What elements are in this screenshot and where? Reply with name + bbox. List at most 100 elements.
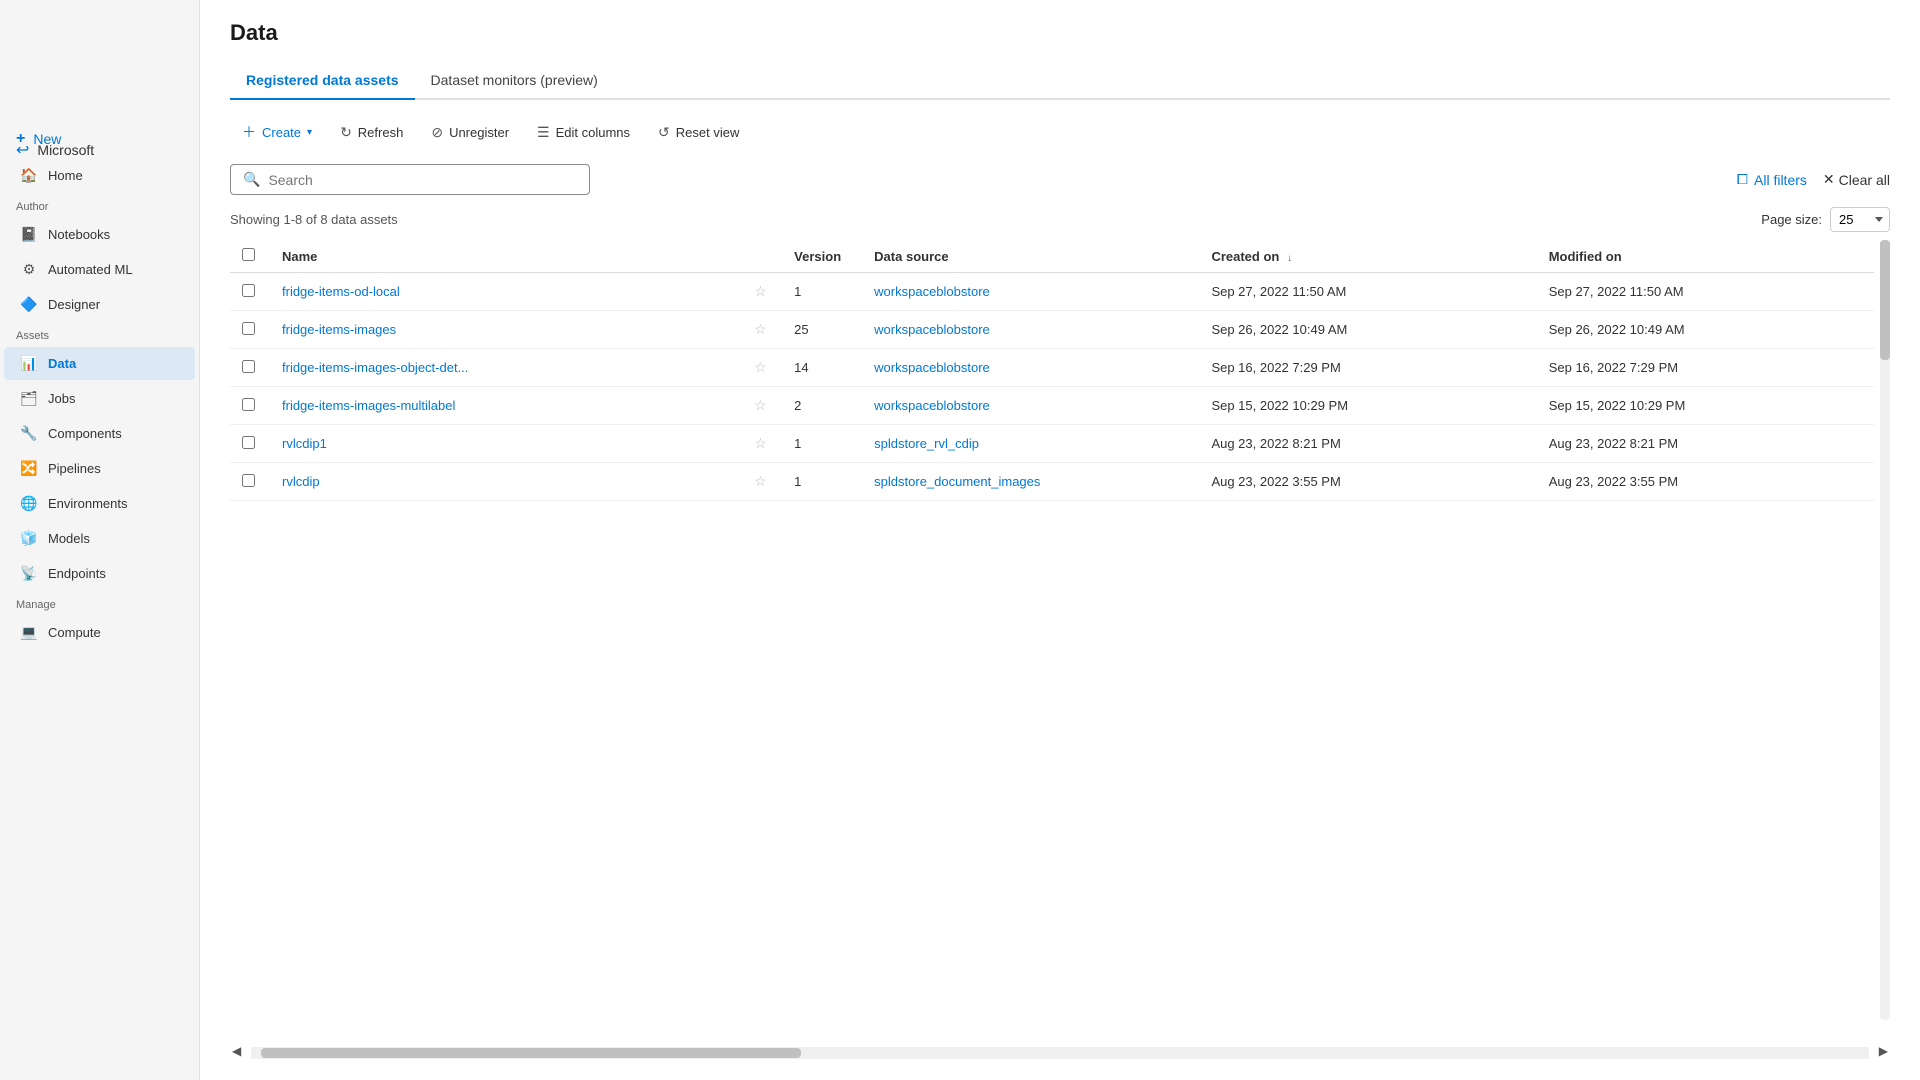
sidebar-item-automated-ml[interactable]: ⚙ Automated ML bbox=[4, 253, 195, 286]
page-size-select[interactable]: 25 10 50 100 bbox=[1830, 207, 1890, 232]
row-datasource-cell: workspaceblobstore bbox=[862, 387, 1199, 425]
row-checkbox-cell[interactable] bbox=[230, 463, 270, 501]
notebooks-icon: 📓 bbox=[20, 226, 38, 243]
sidebar-item-compute[interactable]: 💻 Compute bbox=[4, 616, 195, 649]
column-header-version[interactable]: Version bbox=[782, 240, 862, 273]
row-star-cell[interactable]: ☆ bbox=[742, 311, 782, 349]
home-label: Home bbox=[48, 168, 83, 183]
column-header-modified[interactable]: Modified on bbox=[1537, 240, 1874, 273]
tab-registered-data-assets[interactable]: Registered data assets bbox=[230, 62, 415, 100]
search-icon: 🔍 bbox=[243, 171, 260, 188]
star-icon[interactable]: ☆ bbox=[754, 359, 767, 375]
sidebar-item-components[interactable]: 🔧 Components bbox=[4, 417, 195, 450]
vertical-scrollbar-track[interactable] bbox=[1880, 240, 1890, 1020]
row-checkbox-cell[interactable] bbox=[230, 425, 270, 463]
column-header-datasource[interactable]: Data source bbox=[862, 240, 1199, 273]
hscroll-left-arrow[interactable]: ◀ bbox=[230, 1042, 243, 1060]
select-all-checkbox[interactable] bbox=[242, 248, 255, 261]
components-label: Components bbox=[48, 426, 122, 441]
microsoft-label: Microsoft bbox=[37, 142, 94, 158]
sidebar-item-notebooks[interactable]: 📓 Notebooks bbox=[4, 218, 195, 251]
row-star-cell[interactable]: ☆ bbox=[742, 349, 782, 387]
table-row: fridge-items-od-local ☆ 1 workspaceblobs… bbox=[230, 273, 1874, 311]
row-checkbox[interactable] bbox=[242, 398, 255, 411]
sidebar-item-endpoints[interactable]: 📡 Endpoints bbox=[4, 557, 195, 590]
row-checkbox[interactable] bbox=[242, 360, 255, 373]
star-icon[interactable]: ☆ bbox=[754, 321, 767, 337]
unregister-button[interactable]: ⊘ Unregister bbox=[419, 118, 521, 147]
column-header-checkbox[interactable] bbox=[230, 240, 270, 273]
column-header-created[interactable]: Created on ↓ bbox=[1199, 240, 1536, 273]
row-name-link[interactable]: fridge-items-od-local bbox=[282, 284, 400, 299]
table-row: fridge-items-images-object-det... ☆ 14 w… bbox=[230, 349, 1874, 387]
search-box[interactable]: 🔍 bbox=[230, 164, 590, 195]
row-datasource-link[interactable]: spldstore_rvl_cdip bbox=[874, 436, 979, 451]
row-version-cell: 1 bbox=[782, 273, 862, 311]
tab-dataset-monitors[interactable]: Dataset monitors (preview) bbox=[415, 62, 614, 100]
row-datasource-link[interactable]: workspaceblobstore bbox=[874, 284, 990, 299]
row-star-cell[interactable]: ☆ bbox=[742, 463, 782, 501]
plus-create-icon: ＋ bbox=[242, 122, 256, 142]
row-name-link[interactable]: fridge-items-images bbox=[282, 322, 396, 337]
row-datasource-link[interactable]: workspaceblobstore bbox=[874, 398, 990, 413]
sidebar-item-jobs[interactable]: 🗂 Jobs bbox=[4, 382, 195, 415]
star-icon[interactable]: ☆ bbox=[754, 473, 767, 489]
row-name-cell: rvlcdip1 bbox=[270, 425, 742, 463]
row-checkbox-cell[interactable] bbox=[230, 311, 270, 349]
row-datasource-link[interactable]: workspaceblobstore bbox=[874, 360, 990, 375]
row-version-cell: 14 bbox=[782, 349, 862, 387]
row-version-cell: 1 bbox=[782, 425, 862, 463]
sidebar-item-environments[interactable]: 🌐 Environments bbox=[4, 487, 195, 520]
data-label: Data bbox=[48, 356, 76, 371]
refresh-icon: ↻ bbox=[340, 124, 352, 141]
row-star-cell[interactable]: ☆ bbox=[742, 387, 782, 425]
sidebar-item-designer[interactable]: 🔷 Designer bbox=[4, 288, 195, 321]
horizontal-scrollbar-thumb[interactable] bbox=[261, 1048, 801, 1058]
reset-view-button[interactable]: ↺ Reset view bbox=[646, 118, 751, 147]
star-icon[interactable]: ☆ bbox=[754, 283, 767, 299]
row-datasource-cell: spldstore_rvl_cdip bbox=[862, 425, 1199, 463]
vertical-scrollbar-thumb[interactable] bbox=[1880, 240, 1890, 360]
row-name-link[interactable]: fridge-items-images-object-det... bbox=[282, 360, 468, 375]
refresh-button[interactable]: ↻ Refresh bbox=[328, 118, 415, 147]
row-checkbox-cell[interactable] bbox=[230, 349, 270, 387]
row-checkbox-cell[interactable] bbox=[230, 387, 270, 425]
row-checkbox-cell[interactable] bbox=[230, 273, 270, 311]
table-wrapper[interactable]: Name Version Data source Created on ↓ bbox=[230, 240, 1890, 1038]
create-button[interactable]: ＋ Create ▾ bbox=[230, 116, 324, 148]
author-section-label: Author bbox=[0, 193, 199, 217]
search-input[interactable] bbox=[268, 172, 577, 188]
row-created-cell: Aug 23, 2022 3:55 PM bbox=[1199, 463, 1536, 501]
edit-columns-button[interactable]: ☰ Edit columns bbox=[525, 118, 642, 147]
sidebar: ↩ Microsoft + New 🏠 Home Author 📓 Notebo… bbox=[0, 0, 200, 1080]
sidebar-item-models[interactable]: 🧊 Models bbox=[4, 522, 195, 555]
sidebar-item-pipelines[interactable]: 🔀 Pipelines bbox=[4, 452, 195, 485]
row-checkbox[interactable] bbox=[242, 322, 255, 335]
toolbar: ＋ Create ▾ ↻ Refresh ⊘ Unregister ☰ Edit… bbox=[230, 116, 1890, 148]
hscroll-right-arrow[interactable]: ▶ bbox=[1877, 1042, 1890, 1060]
endpoints-label: Endpoints bbox=[48, 566, 106, 581]
sidebar-microsoft-link[interactable]: ↩ Microsoft bbox=[0, 130, 110, 170]
row-name-link[interactable]: rvlcdip1 bbox=[282, 436, 327, 451]
horizontal-scrollbar-track[interactable] bbox=[251, 1047, 1869, 1059]
row-star-cell[interactable]: ☆ bbox=[742, 425, 782, 463]
pipelines-label: Pipelines bbox=[48, 461, 101, 476]
star-icon[interactable]: ☆ bbox=[754, 397, 767, 413]
row-name-link[interactable]: fridge-items-images-multilabel bbox=[282, 398, 455, 413]
clear-all-button[interactable]: ✕ Clear all bbox=[1823, 171, 1890, 188]
row-datasource-cell: workspaceblobstore bbox=[862, 349, 1199, 387]
row-checkbox[interactable] bbox=[242, 436, 255, 449]
row-datasource-link[interactable]: workspaceblobstore bbox=[874, 322, 990, 337]
row-name-link[interactable]: rvlcdip bbox=[282, 474, 320, 489]
components-icon: 🔧 bbox=[20, 425, 38, 442]
all-filters-button[interactable]: ⧠ All filters bbox=[1737, 171, 1807, 188]
column-header-name[interactable]: Name bbox=[270, 240, 742, 273]
sort-asc-icon: ↓ bbox=[1287, 253, 1292, 264]
row-datasource-link[interactable]: spldstore_document_images bbox=[874, 474, 1040, 489]
row-checkbox[interactable] bbox=[242, 284, 255, 297]
row-star-cell[interactable]: ☆ bbox=[742, 273, 782, 311]
column-header-star bbox=[742, 240, 782, 273]
sidebar-item-data[interactable]: 📊 Data bbox=[4, 347, 195, 380]
star-icon[interactable]: ☆ bbox=[754, 435, 767, 451]
row-checkbox[interactable] bbox=[242, 474, 255, 487]
